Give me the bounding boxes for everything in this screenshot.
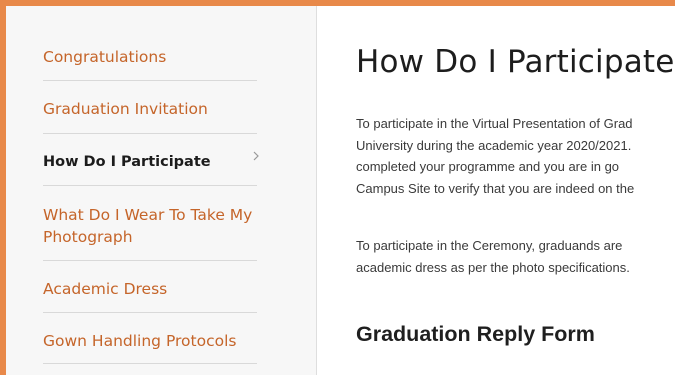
sidebar-item-what-do-i-wear[interactable]: What Do I Wear To Take My Photograph (43, 186, 257, 261)
sidebar-item-label: Congratulations (43, 48, 167, 66)
participation-paragraph: To participate in the Virtual Presentati… (356, 113, 634, 199)
page-title: How Do I Participate (356, 44, 675, 80)
sidebar-item-academic-dress[interactable]: Academic Dress (43, 261, 257, 313)
paragraph-line: academic dress as per the photo specific… (356, 259, 630, 275)
sidebar-item-congratulations[interactable]: Congratulations (43, 6, 257, 81)
main-content: How Do I Participate To participate in t… (317, 6, 675, 375)
sidebar-item-label-line1: What Do I Wear To Take My (43, 206, 253, 224)
paragraph-line: Campus Site to verify that you are indee… (356, 180, 635, 196)
sidebar-item-label: Gown Handling Protocols (43, 332, 237, 350)
sidebar-item-label-line2: Photograph (43, 228, 133, 246)
sidebar-item-how-do-i-participate[interactable]: How Do I Participate (43, 134, 259, 186)
paragraph-line: University during the academic year 2020… (356, 137, 632, 153)
reply-form-heading: Graduation Reply Form (356, 322, 595, 346)
paragraph-line: To participate in the Ceremony, graduand… (356, 238, 623, 253)
sidebar-item-gown-handling-protocols[interactable]: Gown Handling Protocols (43, 313, 257, 364)
sidebar-nav: Congratulations Graduation Invitation Ho… (43, 6, 259, 364)
sidebar-item-label: Graduation Invitation (43, 100, 208, 118)
chevron-right-icon (253, 151, 259, 160)
sidebar: Congratulations Graduation Invitation Ho… (6, 6, 317, 375)
sidebar-item-label: How Do I Participate (43, 154, 211, 170)
sidebar-item-graduation-invitation[interactable]: Graduation Invitation (43, 81, 257, 134)
sidebar-item-label: Academic Dress (43, 280, 168, 298)
paragraph-line: completed your programme and you are in … (356, 159, 620, 174)
ceremony-paragraph: To participate in the Ceremony, graduand… (356, 235, 630, 278)
paragraph-line: To participate in the Virtual Presentati… (356, 116, 633, 131)
